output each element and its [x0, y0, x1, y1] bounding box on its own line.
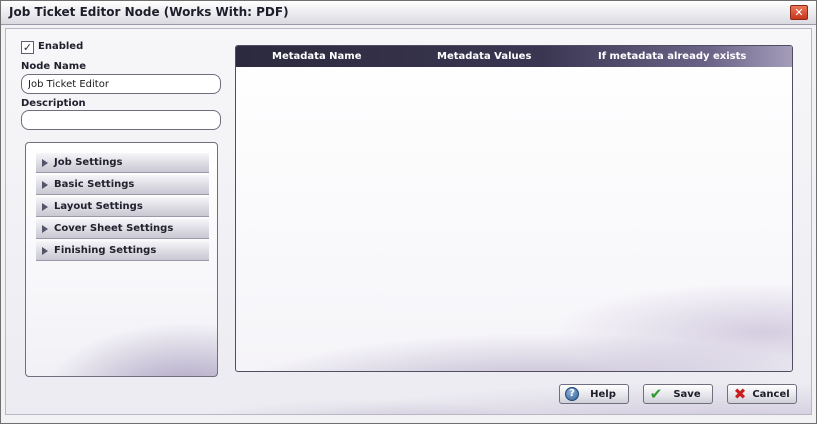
- node-name-label: Node Name: [21, 61, 86, 72]
- cancel-button-label: Cancel: [752, 389, 790, 400]
- window-title: Job Ticket Editor Node (Works With: PDF): [9, 5, 289, 19]
- enabled-checkbox[interactable]: ✓: [21, 41, 34, 54]
- settings-item-job-settings[interactable]: Job Settings: [36, 153, 209, 173]
- cancel-button[interactable]: ✖ Cancel: [727, 384, 797, 404]
- settings-item-finishing-settings[interactable]: Finishing Settings: [36, 241, 209, 261]
- settings-item-label: Finishing Settings: [54, 245, 157, 256]
- job-ticket-editor-window: Job Ticket Editor Node (Works With: PDF)…: [0, 0, 817, 424]
- triangle-right-icon: [42, 203, 48, 211]
- column-header-if-metadata-exists[interactable]: If metadata already exists: [598, 51, 746, 62]
- settings-item-label: Cover Sheet Settings: [54, 223, 174, 234]
- settings-item-cover-sheet-settings[interactable]: Cover Sheet Settings: [36, 219, 209, 239]
- settings-item-label: Layout Settings: [54, 201, 143, 212]
- triangle-right-icon: [42, 159, 48, 167]
- enabled-label: Enabled: [38, 41, 84, 52]
- save-button[interactable]: ✔ Save: [643, 384, 713, 404]
- metadata-table[interactable]: Metadata Name Metadata Values If metadat…: [235, 45, 793, 372]
- node-name-input[interactable]: [21, 74, 221, 94]
- settings-item-basic-settings[interactable]: Basic Settings: [36, 175, 209, 195]
- help-button[interactable]: ? Help: [559, 384, 629, 404]
- triangle-right-icon: [42, 247, 48, 255]
- settings-item-label: Job Settings: [54, 157, 123, 168]
- column-header-metadata-name[interactable]: Metadata Name: [272, 51, 362, 62]
- help-button-label: Help: [590, 389, 616, 400]
- column-header-metadata-values[interactable]: Metadata Values: [437, 51, 531, 62]
- close-icon[interactable]: ✕: [790, 5, 808, 20]
- metadata-table-header: Metadata Name Metadata Values If metadat…: [236, 46, 792, 67]
- description-label: Description: [21, 98, 86, 109]
- triangle-right-icon: [42, 181, 48, 189]
- checkmark-icon: ✓: [22, 41, 33, 54]
- title-bar: Job Ticket Editor Node (Works With: PDF)…: [1, 1, 816, 25]
- triangle-right-icon: [42, 225, 48, 233]
- settings-panel: Job Settings Basic Settings Layout Setti…: [25, 142, 218, 377]
- save-button-label: Save: [673, 389, 701, 400]
- description-input[interactable]: [21, 110, 221, 130]
- settings-item-label: Basic Settings: [54, 179, 135, 190]
- settings-item-layout-settings[interactable]: Layout Settings: [36, 197, 209, 217]
